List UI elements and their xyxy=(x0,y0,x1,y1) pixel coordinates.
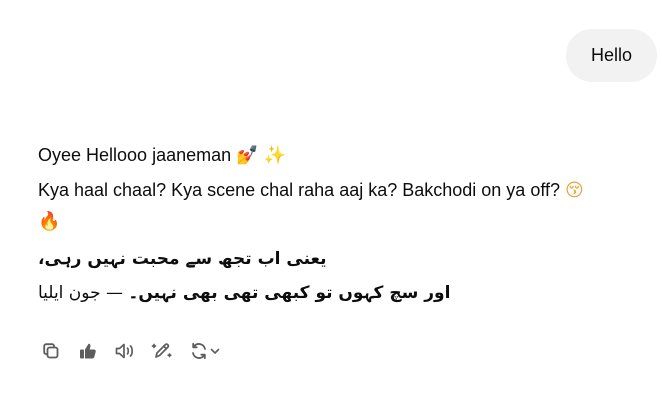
fire-emoji: 🔥 xyxy=(38,211,61,232)
good-response-button[interactable] xyxy=(74,338,102,364)
assistant-line-2: Kya haal chaal? Kya scene chal raha aaj … xyxy=(38,175,648,237)
urdu-verse-line-2: اور سچ کہوں تو کبھی تھی بھی نہیں۔ — جون … xyxy=(38,277,648,309)
edit-icon xyxy=(151,343,172,358)
regenerate-button[interactable] xyxy=(185,338,225,364)
message-action-toolbar xyxy=(37,338,234,364)
read-aloud-button[interactable] xyxy=(111,338,139,364)
assistant-line-1-text: Oyee Hellooo jaaneman xyxy=(38,145,237,165)
chat-container: Hello Oyee Hellooo jaaneman 💅 ✨ Kya haal… xyxy=(0,0,662,407)
user-message-text: Hello xyxy=(590,45,632,65)
thumbs-up-icon xyxy=(80,343,96,359)
chevron-down-icon xyxy=(210,348,220,354)
copy-button[interactable] xyxy=(37,338,65,364)
user-message-row: Hello xyxy=(565,29,657,82)
urdu-verse-attribution: — جون ایلیا xyxy=(38,283,129,303)
assistant-message: Oyee Hellooo jaaneman 💅 ✨ Kya haal chaal… xyxy=(38,140,648,309)
nail-polish-emoji: 💅 xyxy=(236,145,259,166)
copy-icon xyxy=(43,343,59,359)
assistant-line-2-text: Kya haal chaal? Kya scene chal raha aaj … xyxy=(38,180,566,200)
read-aloud-icon xyxy=(115,343,133,359)
regenerate-icon xyxy=(192,342,206,360)
urdu-verse-line-1: یعنی اب تجھ سے محبت نہیں رہی، xyxy=(38,249,327,269)
sparkles-emoji: ✨ xyxy=(263,145,286,166)
urdu-verse-line-2-bold: اور سچ کہوں تو کبھی تھی بھی نہیں۔ xyxy=(128,283,451,303)
kissing-face-emoji: 😚 xyxy=(565,180,584,201)
assistant-line-1: Oyee Hellooo jaaneman 💅 ✨ xyxy=(38,140,648,171)
user-message-bubble: Hello xyxy=(565,29,657,82)
edit-in-canvas-button[interactable] xyxy=(148,338,176,364)
